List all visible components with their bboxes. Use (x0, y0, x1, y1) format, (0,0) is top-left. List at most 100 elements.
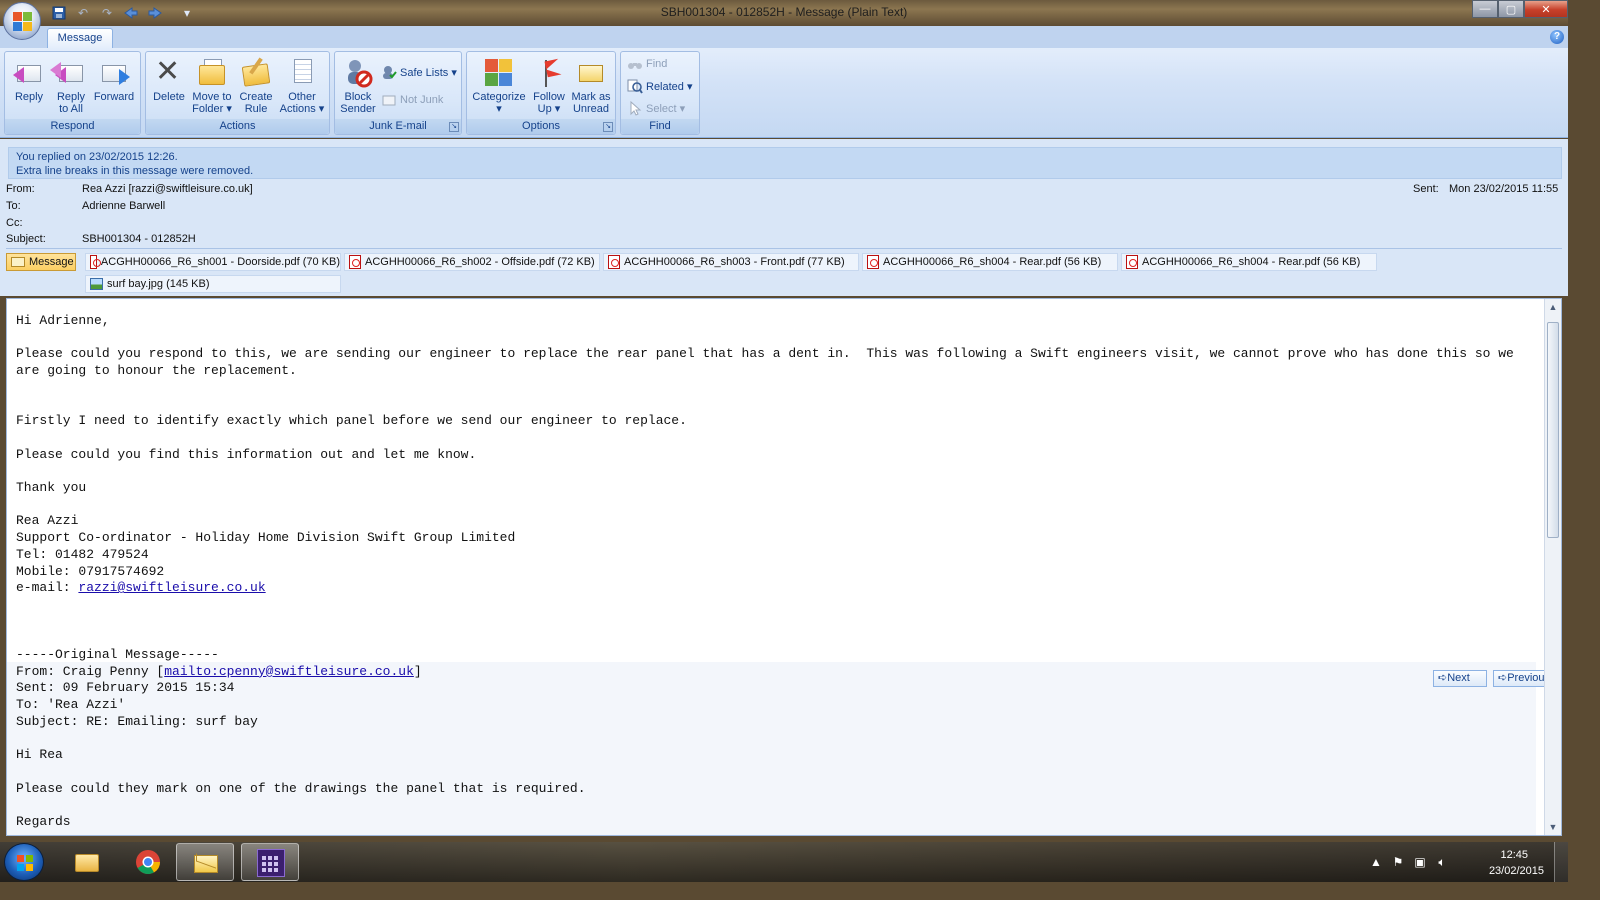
chrome-icon (134, 848, 162, 876)
ribbon: Reply Reply to All Forward Respond ✕ Del… (0, 48, 1568, 138)
taskbar-chrome[interactable] (119, 843, 177, 881)
taskbar: ▲ ⚑ ▣ 🔈︎ 12:45 23/02/2015 (0, 842, 1568, 882)
junk-email-options-launcher-icon[interactable]: ↘ (449, 122, 459, 132)
group-actions: ✕ Delete Move to Folder ▾ Create Rule Ot… (145, 51, 330, 135)
safe-lists-button[interactable]: Safe Lists ▾ (381, 62, 457, 82)
network-icon[interactable]: ▣ (1412, 854, 1428, 870)
from-value[interactable]: Rea Azzi [razzi@swiftleisure.co.uk] (82, 183, 253, 195)
original-to: To: 'Rea Azzi' (16, 697, 126, 713)
quote-navigation: ➪Next ➪Previous (1433, 670, 1550, 687)
windows-logo-icon (17, 855, 33, 871)
taskbar-explorer[interactable] (58, 843, 116, 881)
action-center-flag-icon[interactable]: ⚑ (1390, 854, 1406, 870)
group-find: Find Related ▾ Select ▾ Find (620, 51, 700, 135)
attachment-message-tab[interactable]: Message (6, 253, 76, 271)
delete-icon: ✕ (155, 54, 181, 89)
attachment-item[interactable]: ACGHH00066_R6_sh001 - Doorside.pdf (70 K… (85, 253, 341, 271)
signature-title: Support Co-ordinator - Holiday Home Divi… (16, 530, 516, 546)
not-junk-button[interactable]: Not Junk (381, 90, 443, 110)
block-sender-button[interactable]: Block Sender (339, 55, 377, 119)
attachment-item[interactable]: ACGHH00066_R6_sh004 - Rear.pdf (56 KB) (862, 253, 1118, 271)
message-header: You replied on 23/02/2015 12:26. Extra l… (0, 139, 1568, 296)
clock-date[interactable]: 23/02/2015 (1489, 865, 1544, 877)
binoculars-icon (627, 56, 643, 72)
outlook-icon (192, 849, 220, 877)
original-paragraph: Please could they mark on one of the dra… (16, 780, 586, 796)
attachment-item[interactable]: ACGHH00066_R6_sh003 - Front.pdf (77 KB) (603, 253, 859, 271)
related-button[interactable]: Related ▾ (627, 76, 693, 96)
volume-icon[interactable]: 🔈︎ (1434, 854, 1450, 870)
office-button[interactable] (3, 2, 41, 40)
options-launcher-icon[interactable]: ↘ (603, 122, 613, 132)
window-title: SBH001304 - 012852H - Message (Plain Tex… (660, 5, 908, 19)
not-junk-icon (381, 92, 397, 108)
body-greeting: Hi Adrienne, (16, 313, 110, 328)
vertical-scrollbar[interactable]: ▲ ▼ (1544, 299, 1561, 835)
to-label: To: (6, 200, 21, 212)
block-sender-icon (342, 57, 374, 89)
next-button[interactable]: ➪Next (1433, 670, 1487, 687)
group-respond: Reply Reply to All Forward Respond (4, 51, 141, 135)
taskbar-outlook[interactable] (176, 843, 234, 881)
attachment-item[interactable]: ACGHH00066_R6_sh004 - Rear.pdf (56 KB) (1121, 253, 1377, 271)
mark-as-unread-button[interactable]: Mark as Unread (569, 55, 613, 119)
info-bar[interactable]: You replied on 23/02/2015 12:26. Extra l… (8, 147, 1562, 179)
clock-time[interactable]: 12:45 (1500, 849, 1528, 861)
categorize-button[interactable]: Categorize ▾ (471, 55, 527, 119)
scrollbar-thumb[interactable] (1547, 322, 1559, 538)
image-icon (90, 278, 103, 290)
create-rule-icon (240, 57, 272, 89)
previous-button[interactable]: ➪Previous (1493, 670, 1550, 687)
tab-message[interactable]: Message (47, 28, 113, 49)
select-button[interactable]: Select ▾ (627, 98, 685, 118)
taskbar-calendar-app[interactable] (241, 843, 299, 881)
reply-button[interactable]: Reply (9, 55, 49, 119)
original-from-mailto-link[interactable]: mailto:cpenny@swiftleisure.co.uk (164, 664, 414, 679)
group-label-options: Options (467, 119, 615, 134)
original-greeting: Hi Rea (16, 747, 63, 763)
message-body-pane[interactable]: Hi Adrienne, Please could you respond to… (6, 298, 1562, 836)
show-hidden-icons-icon[interactable]: ▲ (1368, 854, 1384, 870)
pdf-icon (90, 255, 101, 269)
original-from-prefix: From: Craig Penny [ (16, 663, 165, 679)
attachment-item[interactable]: ACGHH00066_R6_sh002 - Offside.pdf (72 KB… (344, 253, 600, 271)
forward-icon (98, 57, 130, 89)
group-options: Categorize ▾ Follow Up ▾ Mark as Unread … (466, 51, 616, 135)
help-icon[interactable]: ? (1550, 30, 1564, 44)
scroll-up-arrow-icon[interactable]: ▲ (1545, 299, 1561, 315)
signature-email-link[interactable]: razzi@swiftleisure.co.uk (78, 580, 265, 595)
signature-email-label: e-mail: (16, 580, 79, 596)
other-actions-icon (286, 57, 318, 89)
pdf-icon (867, 255, 879, 269)
signature-mobile: Mobile: 07917574692 (16, 563, 165, 579)
to-value[interactable]: Adrienne Barwell (82, 200, 165, 212)
move-to-folder-icon (196, 57, 228, 89)
find-button[interactable]: Find (627, 54, 667, 74)
maximize-button[interactable]: ▢ (1498, 0, 1524, 18)
follow-up-button[interactable]: Follow Up ▾ (529, 55, 569, 119)
pdf-icon (1126, 255, 1138, 269)
show-desktop-button[interactable] (1554, 842, 1568, 882)
scroll-down-arrow-icon[interactable]: ▼ (1545, 819, 1561, 835)
subject-label: Subject: (6, 233, 46, 245)
reply-icon (13, 57, 45, 89)
create-rule-button[interactable]: Create Rule (236, 55, 276, 119)
attachment-item[interactable]: surf bay.jpg (145 KB) (85, 275, 341, 293)
office-logo-icon (13, 12, 32, 31)
original-regards: Regards (16, 814, 71, 830)
move-to-folder-button[interactable]: Move to Folder ▾ (190, 55, 234, 119)
close-button[interactable]: ✕ (1524, 0, 1568, 18)
reply-all-button[interactable]: Reply to All (50, 55, 91, 119)
forward-button[interactable]: Forward (91, 55, 137, 119)
mark-as-unread-icon (575, 57, 607, 89)
group-junk-email: Block Sender Safe Lists ▾ Not Junk Junk … (334, 51, 462, 135)
body-paragraph: Please could you find this information o… (16, 446, 477, 462)
other-actions-button[interactable]: Other Actions ▾ (278, 55, 326, 119)
signature-tel: Tel: 01482 479524 (16, 546, 149, 562)
folder-icon (73, 848, 101, 876)
start-button[interactable] (4, 843, 44, 881)
delete-button[interactable]: ✕ Delete (150, 55, 188, 119)
minimize-button[interactable]: — (1472, 0, 1498, 18)
title-bar: ↶ ↷ ▾ SBH001304 - 012852H - Message (Pla… (0, 0, 1568, 40)
follow-up-flag-icon (533, 57, 565, 89)
